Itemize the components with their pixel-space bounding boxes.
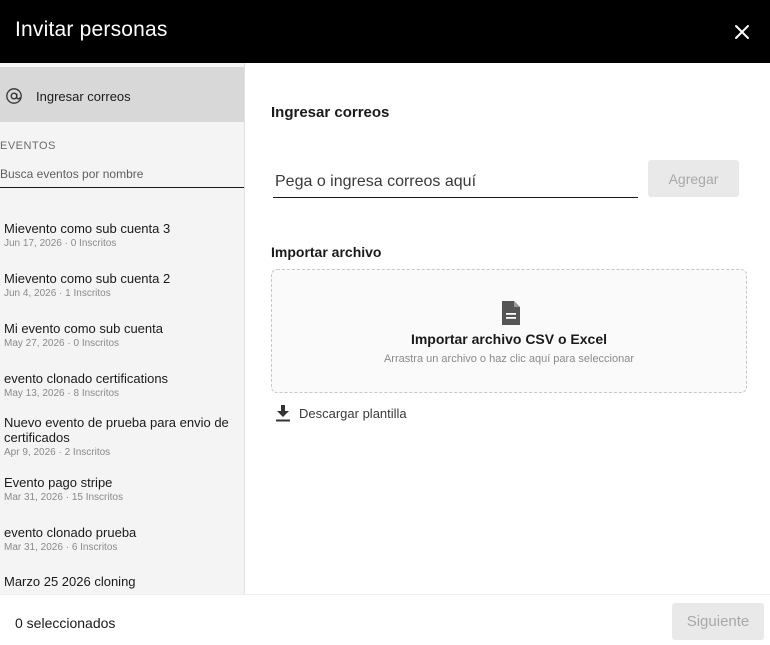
dropzone-subtitle: Arrastra un archivo o haz clic aquí para… [383,353,635,365]
download-template-label: Descargar plantilla [299,406,407,421]
event-meta: Mar 31, 2026 · 15 Inscritos [4,492,123,503]
modal-title: Invitar personas [15,18,168,41]
event-list-item[interactable]: evento clonado certifications May 13, 20… [4,371,240,400]
event-list-item[interactable]: Evento pago stripe Mar 31, 2026 · 15 Ins… [4,475,240,504]
section-title: Ingresar correos [271,104,390,121]
main-panel: Ingresar correos Agregar Importar archiv… [246,63,770,594]
add-button[interactable]: Agregar [648,160,739,197]
event-name: evento clonado prueba [4,525,137,540]
event-meta: May 13, 2026 · 8 Inscritos [4,388,120,399]
sidebar-item-label: Ingresar correos [36,89,131,104]
event-search-input[interactable] [0,160,244,188]
close-icon [735,25,749,39]
event-name: Marzo 25 2026 cloning [4,574,136,589]
event-name: Mievento como sub cuenta 2 [4,271,171,286]
event-list-item[interactable]: Mievento como sub cuenta 3 Jun 17, 2026 … [4,221,240,250]
event-name: Evento pago stripe [4,475,113,490]
modal-header: Invitar personas [0,0,770,63]
next-button[interactable]: Siguiente [672,603,764,640]
email-input[interactable] [273,166,638,198]
event-list-item[interactable]: evento clonado prueba Mar 31, 2026 · 6 I… [4,525,240,554]
event-meta: Jun 17, 2026 · 0 Inscritos [4,238,117,249]
selected-count: 0 seleccionados [15,615,116,631]
dropzone-title: Importar archivo CSV o Excel [410,331,608,347]
event-name: Mi evento como sub cuenta [4,321,163,336]
event-list-item[interactable]: Mievento como sub cuenta 2 Jun 4, 2026 ·… [4,271,240,300]
event-name: evento clonado certifications [4,371,169,386]
sidebar: Ingresar correos EVENTOS Mievento como s… [0,63,245,594]
event-list-item[interactable]: Nuevo evento de prueba para envio de cer… [4,415,240,459]
close-button[interactable] [728,18,756,46]
events-section-label: EVENTOS [0,140,56,152]
sidebar-item-ingresar-correos[interactable]: Ingresar correos [0,67,244,122]
event-meta: Apr 9, 2026 · 2 Inscritos [4,447,111,458]
file-dropzone[interactable]: Importar archivo CSV o Excel Arrastra un… [271,269,747,393]
download-icon [275,404,291,422]
event-meta: May 27, 2026 · 0 Inscritos [4,338,120,349]
event-name: Mievento como sub cuenta 3 [4,221,171,236]
at-icon [5,87,23,105]
event-meta: Jun 4, 2026 · 1 Inscritos [4,288,111,299]
import-file-label: Importar archivo [271,244,382,260]
file-icon [501,300,521,326]
event-list-item[interactable]: Mi evento como sub cuenta May 27, 2026 ·… [4,321,240,350]
event-name: Nuevo evento de prueba para envio de cer… [4,415,229,445]
modal-footer: 0 seleccionados Siguiente [0,594,770,645]
event-meta: Mar 31, 2026 · 6 Inscritos [4,542,118,553]
event-list-item[interactable]: Marzo 25 2026 cloning [4,574,240,590]
